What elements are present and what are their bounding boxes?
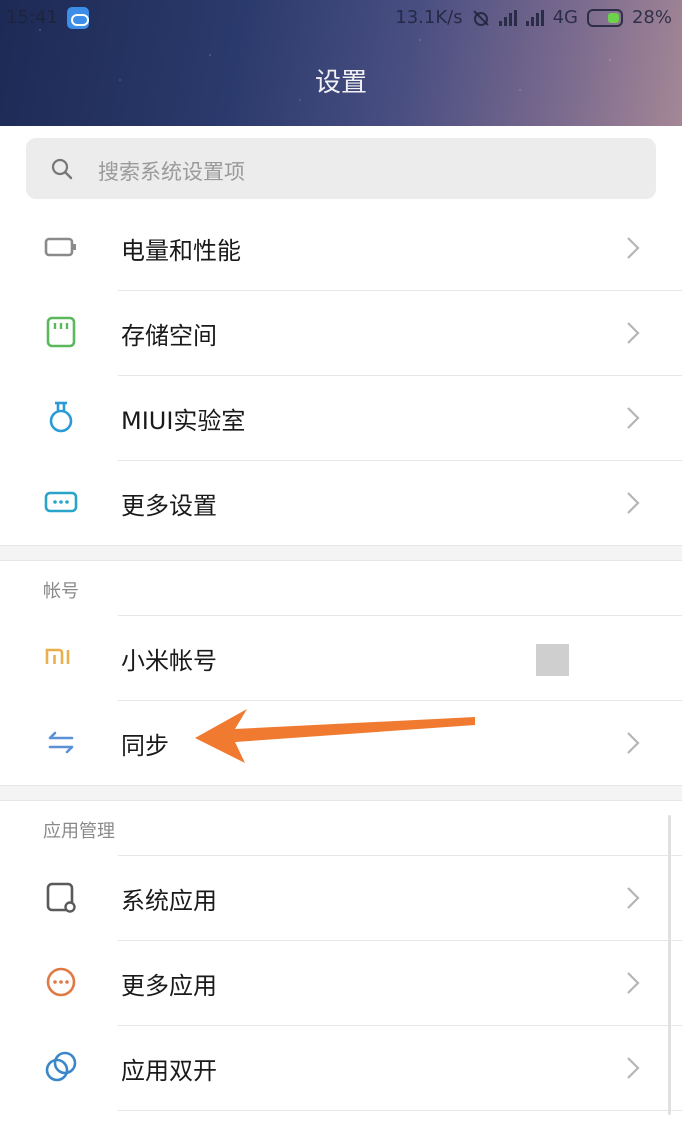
search-icon	[51, 158, 73, 180]
status-bar: 15:41 13.1K/s 4G 28%	[0, 0, 682, 36]
section-divider	[0, 800, 682, 801]
signal-2-icon	[525, 9, 544, 26]
item-label: MIUI实验室	[121, 407, 246, 435]
dual-apps-icon	[45, 1051, 77, 1082]
settings-item-miui-lab[interactable]: MIUI实验室	[0, 376, 682, 461]
mi-logo-icon	[45, 648, 70, 664]
annotation-arrow-icon	[195, 709, 475, 763]
section-gap	[0, 786, 682, 800]
flask-icon	[49, 401, 73, 433]
search-placeholder: 搜索系统设置项	[98, 160, 245, 184]
chevron-right-icon	[627, 972, 640, 994]
item-label: 更多应用	[121, 972, 217, 1000]
battery-icon	[586, 8, 623, 27]
search-input[interactable]: 搜索系统设置项	[26, 138, 656, 199]
status-indicators: 13.1K/s 4G 28%	[395, 7, 672, 28]
network-type: 4G	[552, 7, 578, 28]
item-label: 系统应用	[121, 887, 217, 915]
item-label: 应用双开	[121, 1057, 217, 1085]
item-label: 小米帐号	[121, 647, 217, 675]
section-header-account: 帐号	[43, 581, 79, 602]
settings-item-more-settings[interactable]: 更多设置	[0, 461, 682, 546]
network-speed: 13.1K/s	[395, 7, 463, 28]
header: 15:41 13.1K/s 4G 28% 设置	[0, 0, 682, 126]
section-divider	[0, 560, 682, 561]
item-label: 存储空间	[121, 322, 217, 350]
settings-item-battery-performance[interactable]: 电量和性能	[0, 206, 682, 291]
chevron-right-icon	[627, 492, 640, 514]
more-apps-icon	[46, 967, 76, 997]
system-apps-icon	[46, 882, 76, 913]
divider	[118, 1110, 682, 1111]
chevron-right-icon	[627, 887, 640, 909]
redacted-area	[536, 644, 569, 676]
status-time: 15:41	[6, 7, 58, 28]
settings-item-mi-account[interactable]: 小米帐号	[0, 616, 682, 701]
chevron-right-icon	[627, 732, 640, 754]
item-label: 同步	[121, 732, 169, 760]
page-title: 设置	[314, 68, 367, 98]
settings-item-more-apps[interactable]: 更多应用	[0, 941, 682, 1026]
battery-icon	[44, 237, 76, 257]
cloud-notification-icon	[67, 7, 89, 29]
storage-icon	[46, 316, 76, 348]
scrollbar[interactable]	[668, 815, 671, 1115]
signal-1-icon	[498, 9, 517, 26]
section-gap	[0, 546, 682, 560]
more-settings-icon	[44, 491, 78, 513]
chevron-right-icon	[627, 237, 640, 259]
settings-item-dual-apps[interactable]: 应用双开	[0, 1026, 682, 1111]
settings-item-system-apps[interactable]: 系统应用	[0, 856, 682, 941]
chevron-right-icon	[627, 407, 640, 429]
item-label: 电量和性能	[121, 237, 241, 265]
settings-item-storage[interactable]: 存储空间	[0, 291, 682, 376]
sync-icon	[48, 731, 74, 754]
item-label: 更多设置	[121, 492, 217, 520]
chevron-right-icon	[627, 1057, 640, 1079]
battery-level: 28%	[631, 7, 672, 28]
chevron-right-icon	[627, 322, 640, 344]
alarm-off-icon	[472, 9, 489, 26]
section-header-apps: 应用管理	[43, 821, 115, 842]
